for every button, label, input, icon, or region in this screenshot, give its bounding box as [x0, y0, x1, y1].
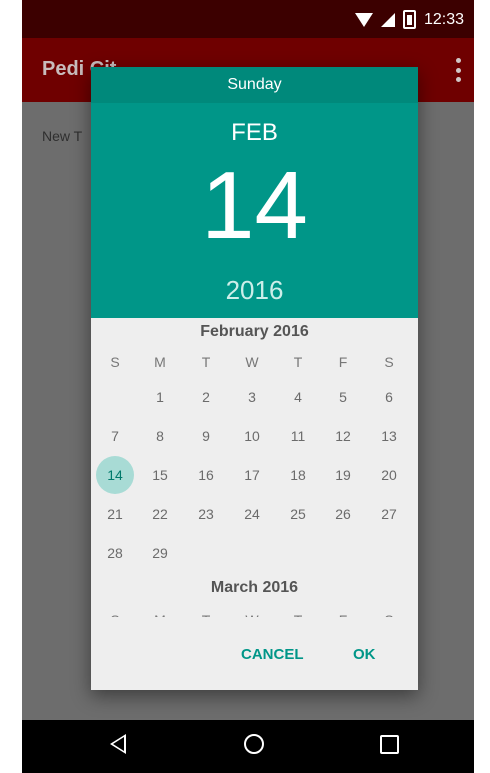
calendar-day-label: 11: [290, 428, 306, 444]
ok-button[interactable]: OK: [353, 635, 376, 675]
calendar-day-label: 22: [152, 506, 168, 522]
weekday-header: F: [338, 354, 348, 370]
wifi-icon: [354, 12, 373, 27]
calendar-day-label: 26: [335, 506, 351, 522]
calendar-month-title: February 2016: [200, 323, 309, 340]
calendar-day[interactable]: 29: [137, 536, 183, 570]
calendar-day[interactable]: 16: [183, 458, 229, 492]
battery-icon: [402, 10, 416, 29]
calendar-day[interactable]: 3: [229, 380, 275, 414]
calendar-day[interactable]: 20: [366, 458, 412, 492]
selected-day[interactable]: 14: [91, 153, 418, 258]
calendar-day-label: 1: [156, 389, 164, 405]
calendar-day[interactable]: 11: [275, 419, 321, 453]
calendar-day-label: 17: [244, 467, 260, 483]
calendar-day-label: 6: [385, 389, 393, 405]
calendar-day[interactable]: 7: [92, 419, 138, 453]
calendar-day-label: 16: [198, 467, 214, 483]
navigation-bar: [22, 720, 474, 773]
back-icon[interactable]: [110, 734, 126, 754]
calendar-day[interactable]: 19: [320, 458, 366, 492]
calendar-day[interactable]: 5: [320, 380, 366, 414]
day-of-week-label: Sunday: [91, 67, 418, 103]
calendar-day[interactable]: 10: [229, 419, 275, 453]
weekday-header: T: [275, 609, 321, 617]
calendar-day[interactable]: 18: [275, 458, 321, 492]
calendar-day[interactable]: 17: [229, 458, 275, 492]
calendar-day-label: 5: [339, 389, 347, 405]
calendar-day-label: 8: [156, 428, 164, 444]
weekday-header: S: [366, 609, 412, 617]
calendar-day[interactable]: 25: [275, 497, 321, 531]
calendar-day-label: 3: [248, 389, 256, 405]
calendar-day-label: 29: [152, 545, 168, 561]
weekday-header: W: [229, 609, 275, 617]
calendar-day-label: 7: [111, 428, 119, 444]
calendar-day-label: 14: [107, 467, 123, 483]
calendar-day[interactable]: 15: [137, 458, 183, 492]
calendar-day-label: 25: [290, 506, 306, 522]
calendar-day[interactable]: 21: [92, 497, 138, 531]
calendar-day-label: 12: [335, 428, 351, 444]
calendar-day-label: 24: [244, 506, 260, 522]
calendar-day-label: 27: [381, 506, 397, 522]
calendar-day[interactable]: 2: [183, 380, 229, 414]
calendar-day-label: 2: [202, 389, 210, 405]
weekday-header: S: [384, 354, 394, 370]
more-vert-icon[interactable]: [456, 58, 462, 82]
weekday-header: S: [110, 354, 120, 370]
calendar-day-label: 18: [290, 467, 306, 483]
selected-year[interactable]: 2016: [91, 275, 418, 306]
calendar-day[interactable]: 13: [366, 419, 412, 453]
weekday-header: W: [245, 354, 259, 370]
home-icon[interactable]: [244, 734, 264, 754]
weekday-header: F: [320, 609, 366, 617]
weekday-header: T: [293, 354, 303, 370]
list-item: New T: [42, 128, 83, 144]
calendar-day[interactable]: 28: [92, 536, 138, 570]
calendar-day-label: 23: [198, 506, 214, 522]
calendar-day[interactable]: 4: [275, 380, 321, 414]
cancel-button[interactable]: CANCEL: [241, 635, 304, 675]
next-month-title: March 2016: [210, 579, 299, 596]
recents-icon[interactable]: [380, 735, 399, 754]
selected-month[interactable]: FEB: [91, 119, 418, 147]
signal-icon: [380, 12, 395, 27]
calendar-day-label: 19: [335, 467, 351, 483]
phone-screen: 12:33 Pedi Cit New T Sunday FEB 14 2016 …: [22, 0, 474, 773]
weekday-header: M: [137, 609, 183, 617]
calendar-day[interactable]: 6: [366, 380, 412, 414]
calendar-day[interactable]: 8: [137, 419, 183, 453]
weekday-header: M: [154, 354, 166, 370]
calendar-day[interactable]: 27: [366, 497, 412, 531]
status-time: 12:33: [423, 10, 464, 28]
calendar-day[interactable]: 26: [320, 497, 366, 531]
calendar-day[interactable]: 24: [229, 497, 275, 531]
date-header: FEB 14 2016: [91, 103, 418, 318]
weekday-header: S: [92, 609, 138, 617]
calendar-day-label: 20: [381, 467, 397, 483]
calendar-day-label: 28: [107, 545, 123, 561]
calendar-day[interactable]: 22: [137, 497, 183, 531]
calendar-day[interactable]: 23: [183, 497, 229, 531]
calendar-day-label: 15: [152, 467, 168, 483]
date-picker-dialog: Sunday FEB 14 2016 February 2016 SMTWTFS…: [91, 67, 418, 690]
calendar-day-label: 13: [381, 428, 397, 444]
calendar-day-label: 9: [202, 428, 210, 444]
weekday-header: T: [183, 609, 229, 617]
calendar-day[interactable]: 12: [320, 419, 366, 453]
calendar-day-selected[interactable]: 14: [92, 456, 138, 494]
status-bar: 12:33: [22, 0, 474, 38]
calendar-day-label: 10: [244, 428, 260, 444]
calendar-day[interactable]: 1: [137, 380, 183, 414]
weekday-header: T: [201, 354, 211, 370]
calendar-day-label: 21: [107, 506, 123, 522]
calendar-day-label: 4: [294, 389, 302, 405]
next-month-weekday-row: SMTWTFS: [91, 609, 418, 617]
calendar-day[interactable]: 9: [183, 419, 229, 453]
